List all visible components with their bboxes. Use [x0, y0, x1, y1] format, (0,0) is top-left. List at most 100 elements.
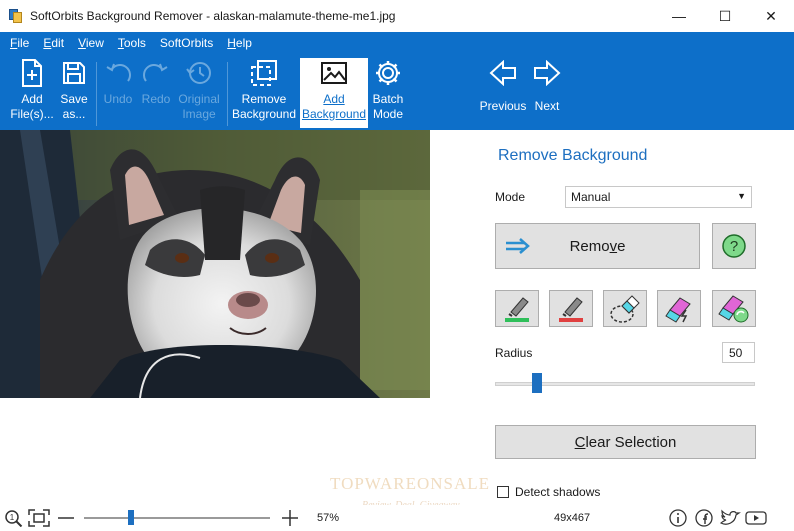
original-image-button[interactable]: Original Image — [176, 58, 222, 128]
remove-background-label-1: Remove — [241, 92, 287, 106]
lasso-eraser-tool[interactable] — [603, 290, 647, 327]
menu-bar: File Edit View Tools SoftOrbits Help — [0, 32, 794, 54]
zoom-percent: 57% — [317, 512, 340, 524]
menu-tools[interactable]: Tools — [118, 36, 146, 50]
add-files-label-1: Add — [21, 92, 43, 106]
remove-button[interactable]: Remove — [495, 223, 700, 269]
restore-eraser-tool[interactable] — [712, 290, 756, 327]
remove-marker-tool[interactable] — [549, 290, 593, 327]
ribbon-separator — [96, 62, 97, 126]
dropdown-arrow-icon: ▼ — [737, 191, 746, 201]
clear-selection-button[interactable]: Clear Selection — [495, 425, 756, 459]
dog-photo — [0, 130, 430, 398]
detect-shadows-option[interactable]: Detect shadows — [497, 485, 600, 499]
minus-icon — [58, 517, 74, 519]
zoom-1-1-icon: 1 — [5, 510, 23, 527]
menu-edit[interactable]: Edit — [43, 36, 64, 50]
remove-background-button[interactable]: Remove Background — [231, 58, 297, 128]
menu-help[interactable]: Help — [227, 36, 252, 50]
lasso-eraser-icon — [610, 294, 640, 323]
window-controls: — ☐ ✕ — [656, 0, 794, 32]
history-icon — [185, 58, 213, 88]
crop-select-icon — [250, 58, 278, 88]
minimize-button[interactable]: — — [656, 0, 702, 32]
window-title: SoftOrbits Background Remover - alaskan-… — [30, 9, 396, 23]
original-image-label-1: Original — [178, 92, 220, 106]
help-button[interactable]: ? — [712, 223, 756, 269]
help-icon: ? — [722, 234, 746, 258]
arrow-left-icon — [489, 58, 517, 88]
zoom-out-button[interactable] — [56, 509, 76, 527]
next-label: Next — [534, 99, 560, 113]
batch-mode-label-2: Mode — [372, 107, 404, 121]
save-as-label-2: as... — [62, 107, 86, 121]
batch-mode-button[interactable]: Batch Mode — [370, 58, 406, 128]
undo-label: Undo — [103, 92, 133, 106]
twitter-icon — [719, 509, 741, 525]
add-background-button[interactable]: Add Background — [300, 58, 368, 128]
radius-slider-thumb[interactable] — [531, 373, 542, 393]
menu-file[interactable]: File — [10, 36, 29, 50]
zoom-fit-button[interactable]: 1 — [4, 509, 24, 527]
close-icon: ✕ — [765, 7, 777, 24]
eraser-refresh-icon — [718, 294, 749, 322]
menu-softorbits[interactable]: SoftOrbits — [160, 36, 213, 50]
facebook-button[interactable] — [694, 509, 714, 527]
status-bar: 1 57% 49x467 — [0, 505, 794, 531]
image-icon — [320, 58, 348, 88]
zoom-slider-track[interactable] — [84, 517, 270, 519]
zoom-slider-thumb[interactable] — [127, 510, 134, 525]
remove-label: Remove — [569, 237, 626, 255]
mode-dropdown[interactable]: Manual ▼ — [565, 186, 752, 208]
add-background-label-2: Background — [301, 107, 367, 121]
youtube-button[interactable] — [744, 509, 768, 527]
eraser-lightning-icon — [665, 296, 691, 323]
detect-shadows-checkbox[interactable] — [497, 486, 509, 498]
ribbon-toolbar: Add File(s)... Save as... Undo Redo Orig… — [0, 54, 794, 130]
plus-icon — [282, 510, 298, 526]
save-icon — [60, 58, 88, 88]
redo-icon — [142, 58, 170, 88]
fit-screen-button[interactable] — [28, 509, 50, 527]
gear-icon — [374, 58, 402, 88]
zoom-in-button[interactable] — [280, 509, 300, 527]
undo-icon — [104, 58, 132, 88]
mode-value: Manual — [571, 190, 611, 204]
minimize-icon: — — [672, 8, 686, 24]
maximize-icon: ☐ — [718, 7, 732, 24]
undo-button[interactable]: Undo — [100, 58, 136, 128]
detect-shadows-label: Detect shadows — [515, 485, 601, 499]
previous-label: Previous — [479, 99, 527, 113]
remove-background-panel: Remove Background Mode Manual ▼ Remove ?… — [471, 130, 794, 505]
menu-view[interactable]: View — [78, 36, 104, 50]
svg-text:1: 1 — [10, 513, 15, 522]
add-files-label-2: File(s)... — [10, 107, 54, 121]
image-canvas[interactable] — [0, 130, 471, 505]
info-button[interactable] — [668, 509, 688, 527]
radius-label: Radius — [495, 346, 533, 360]
panel-title: Remove Background — [498, 147, 648, 164]
previous-button[interactable]: Previous — [478, 58, 528, 128]
next-button[interactable]: Next — [530, 58, 564, 128]
keep-marker-tool[interactable] — [495, 290, 539, 327]
remove-background-label-2: Background — [231, 107, 297, 121]
add-background-label-1: Add — [323, 92, 345, 106]
image-dimensions: 49x467 — [554, 512, 591, 524]
radius-input[interactable]: 50 — [722, 342, 755, 363]
close-button[interactable]: ✕ — [748, 0, 794, 32]
ribbon-separator — [227, 62, 228, 126]
arrows-icon — [504, 236, 532, 260]
svg-text:?: ? — [730, 238, 738, 255]
redo-button[interactable]: Redo — [138, 58, 174, 128]
save-as-label-1: Save — [60, 92, 88, 106]
eraser-tool[interactable] — [657, 290, 701, 327]
save-as-button[interactable]: Save as... — [56, 58, 92, 128]
twitter-button[interactable] — [718, 509, 742, 527]
app-icon — [9, 9, 23, 23]
maximize-button[interactable]: ☐ — [702, 0, 748, 32]
add-files-button[interactable]: Add File(s)... — [10, 58, 54, 128]
batch-mode-label-1: Batch — [372, 92, 404, 106]
mode-label: Mode — [495, 190, 526, 204]
clear-selection-label: Clear Selection — [574, 433, 677, 451]
youtube-icon — [745, 511, 767, 525]
